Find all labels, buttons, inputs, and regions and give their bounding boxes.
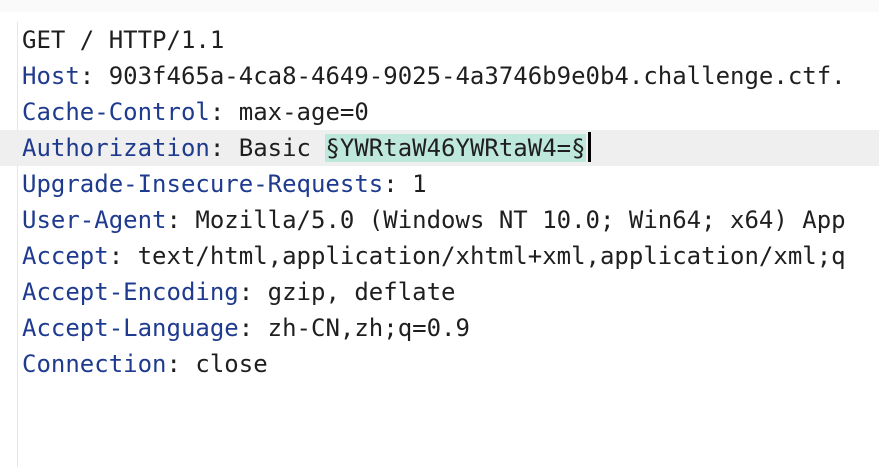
request-line-text: GET / HTTP/1.1 xyxy=(22,26,225,54)
header-value: 903f465a-4ca8-4649-9025-4a3746b9e0b4.cha… xyxy=(108,62,846,90)
header-value: 1 xyxy=(412,170,427,198)
header-line-accept-language[interactable]: 9 Accept-Language: zh-CN,zh;q=0.9 xyxy=(0,310,879,346)
header-value: zh-CN,zh;q=0.9 xyxy=(267,314,470,342)
request-line[interactable]: 1 GET / HTTP/1.1 xyxy=(0,22,879,58)
header-line-cache-control[interactable]: 3 Cache-Control: max-age=0 xyxy=(0,94,879,130)
header-value: max-age=0 xyxy=(238,98,369,126)
header-value: Mozilla/5.0 (Windows NT 10.0; Win64; x64… xyxy=(195,206,846,234)
header-name: Upgrade-Insecure-Requests xyxy=(22,170,384,198)
header-line-connection[interactable]: 10 Connection: close xyxy=(0,346,879,382)
header-line-accept-encoding[interactable]: 8 Accept-Encoding: gzip, deflate xyxy=(0,274,879,310)
header-value: gzip, deflate xyxy=(267,278,456,306)
header-name: Accept xyxy=(22,242,109,270)
header-name: Connection xyxy=(22,350,167,378)
header-separator: : xyxy=(383,170,413,198)
header-separator: : xyxy=(166,206,196,234)
header-separator: : xyxy=(238,278,268,306)
header-line-user-agent[interactable]: 6 User-Agent: Mozilla/5.0 (Windows NT 10… xyxy=(0,202,879,238)
header-value: Basic xyxy=(238,134,326,162)
header-value: close xyxy=(195,350,268,378)
header-name: User-Agent xyxy=(22,206,167,234)
header-separator: : xyxy=(166,350,196,378)
empty-line[interactable]: 12 xyxy=(0,418,879,454)
header-line-authorization[interactable]: 4 Authorization: Basic §YWRtaW46YWRtaW4=… xyxy=(0,130,879,166)
header-name: Accept-Language xyxy=(22,314,239,342)
header-separator: : xyxy=(238,314,268,342)
header-separator: : xyxy=(209,134,239,162)
header-line-host[interactable]: 2 Host: 903f465a-4ca8-4649-9025-4a3746b9… xyxy=(0,58,879,94)
header-name: Authorization xyxy=(22,134,210,162)
header-name: Host xyxy=(22,62,80,90)
header-separator: : xyxy=(79,62,109,90)
request-editor[interactable]: 1 GET / HTTP/1.1 2 Host: 903f465a-4ca8-4… xyxy=(0,0,879,467)
editor-top-bar xyxy=(0,0,879,12)
header-line-upgrade-insecure-requests[interactable]: 5 Upgrade-Insecure-Requests: 1 xyxy=(0,166,879,202)
header-separator: : xyxy=(209,98,239,126)
text-cursor xyxy=(587,132,591,162)
header-name: Cache-Control xyxy=(22,98,210,126)
payload-position-marker[interactable]: §YWRtaW46YWRtaW4=§ xyxy=(325,134,586,162)
header-name: Accept-Encoding xyxy=(22,278,239,306)
empty-line[interactable]: 11 xyxy=(0,382,879,418)
header-line-accept[interactable]: 7 Accept: text/html,application/xhtml+xm… xyxy=(0,238,879,274)
header-separator: : xyxy=(108,242,138,270)
header-value: text/html,application/xhtml+xml,applicat… xyxy=(137,242,846,270)
